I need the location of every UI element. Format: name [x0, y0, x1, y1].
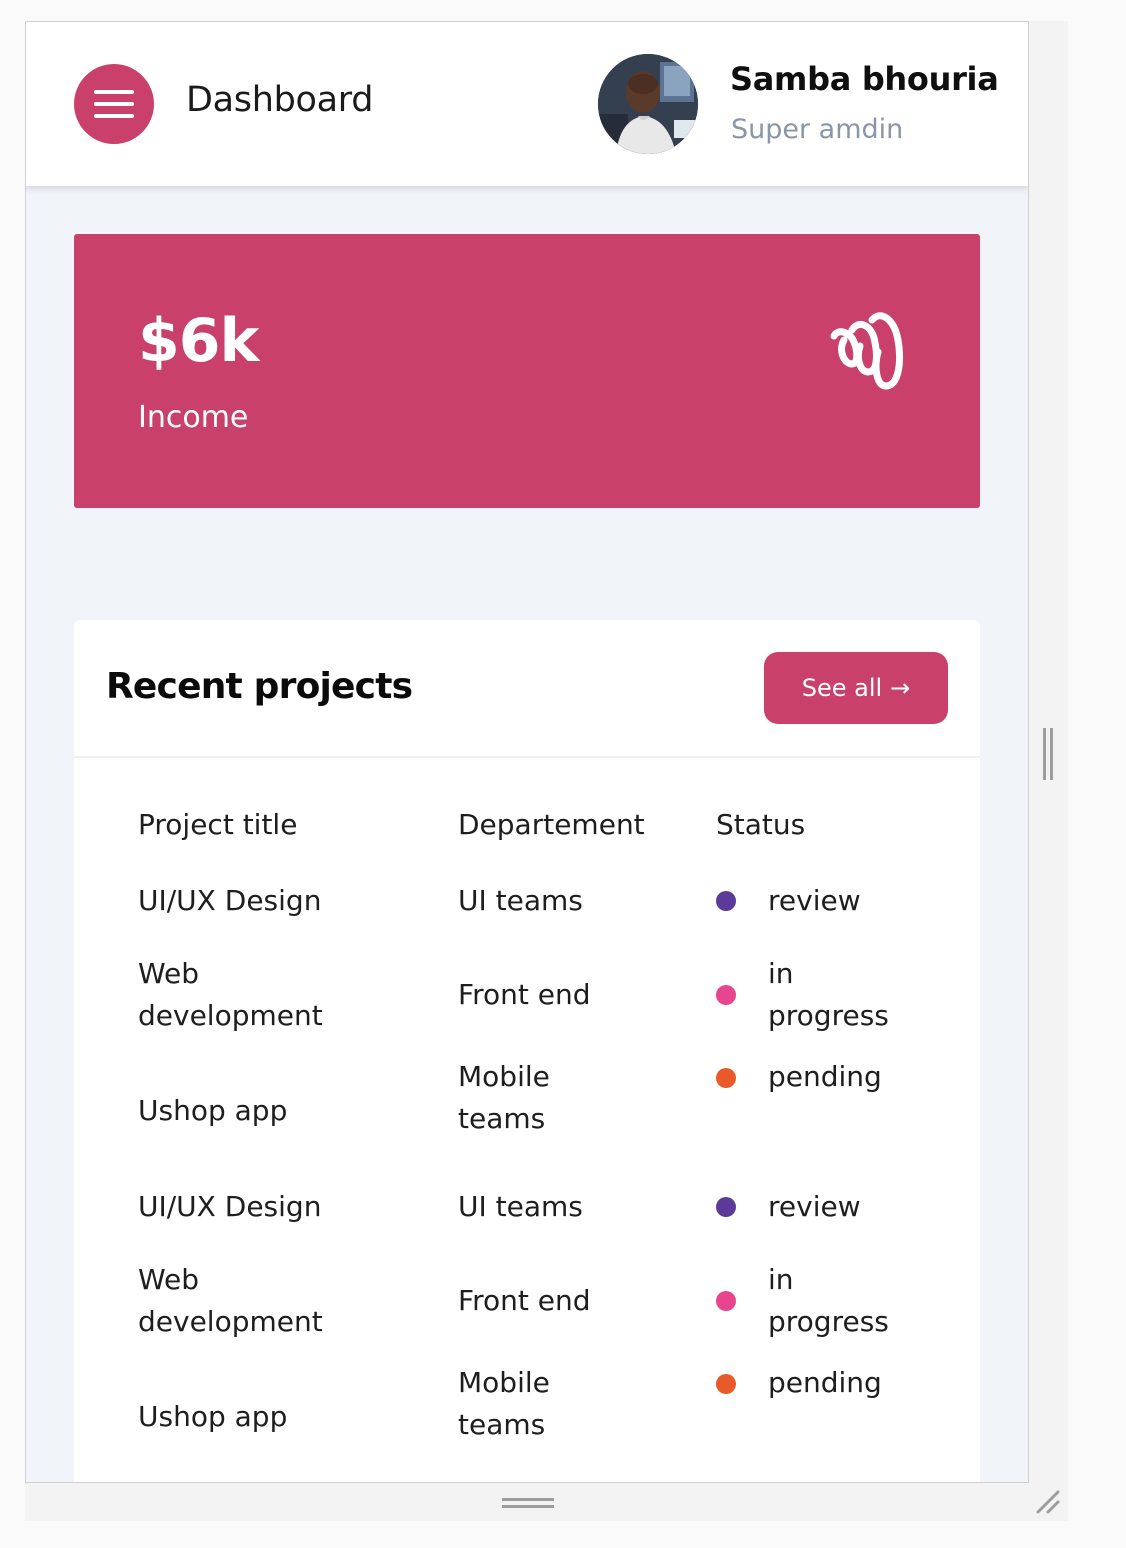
- recent-projects-header: Recent projects See all →: [74, 620, 980, 758]
- resize-grip-icon[interactable]: [1034, 1488, 1062, 1516]
- project-department: Front end: [458, 978, 591, 1011]
- recent-projects-title: Recent projects: [106, 666, 413, 707]
- arrow-right-icon: →: [890, 674, 911, 702]
- page-title: Dashboard: [186, 80, 374, 120]
- table-row[interactable]: Ushop app Mobile teams pending: [120, 1052, 948, 1170]
- project-department: UI teams: [458, 884, 583, 917]
- status-dot-icon: [716, 1068, 736, 1088]
- see-all-button[interactable]: See all →: [764, 652, 948, 724]
- project-department: Front end: [458, 1284, 591, 1317]
- income-amount: $6k: [138, 306, 259, 376]
- status-dot-icon: [716, 1291, 736, 1311]
- recent-projects-card: Recent projects See all → Project title …: [74, 620, 980, 1482]
- user-role: Super amdin: [731, 114, 904, 145]
- table-row[interactable]: UI/UX Design UI teams review: [120, 864, 948, 938]
- dashboard-page: Dashboard Samba bhouria Super amdin $6k …: [25, 21, 1029, 1483]
- hamburger-menu-icon: [94, 90, 134, 94]
- project-department: Mobile teams: [458, 1366, 550, 1441]
- user-name: Samba bhouria: [730, 60, 999, 98]
- column-header-project-title: Project title: [138, 808, 298, 841]
- income-label: Income: [138, 400, 249, 435]
- avatar-photo: [598, 54, 698, 154]
- project-title: UI/UX Design: [138, 1190, 322, 1223]
- project-status: pending: [768, 1060, 882, 1093]
- table-row[interactable]: Web development Front end in progress: [120, 938, 948, 1052]
- project-status: pending: [768, 1366, 882, 1399]
- table-row[interactable]: Web development Front end in progress: [120, 1244, 948, 1358]
- income-card: $6k Income: [74, 234, 980, 508]
- status-dot-icon: [716, 1197, 736, 1217]
- project-status: review: [768, 884, 861, 917]
- vertical-resize-handle[interactable]: [1043, 728, 1053, 780]
- table-header-row: Project title Departement Status: [120, 790, 948, 864]
- project-title: UI/UX Design: [138, 884, 322, 917]
- project-status: review: [768, 1190, 861, 1223]
- column-header-status: Status: [716, 808, 806, 841]
- horizontal-resize-handle[interactable]: [502, 1498, 554, 1508]
- see-all-label: See all: [801, 674, 883, 702]
- project-title: Ushop app: [138, 1094, 288, 1127]
- project-title: Web development: [138, 957, 323, 1032]
- avatar[interactable]: [598, 54, 698, 154]
- column-header-department: Departement: [458, 808, 645, 841]
- project-department: Mobile teams: [458, 1060, 550, 1135]
- project-title: Web development: [138, 1263, 323, 1338]
- status-dot-icon: [716, 1374, 736, 1394]
- table-row[interactable]: Ushop app Mobile teams pending: [120, 1358, 948, 1476]
- project-title: Ushop app: [138, 1400, 288, 1433]
- top-header: Dashboard Samba bhouria Super amdin: [26, 22, 1028, 186]
- status-dot-icon: [716, 891, 736, 911]
- project-department: UI teams: [458, 1190, 583, 1223]
- menu-button[interactable]: [74, 64, 154, 144]
- status-dot-icon: [716, 985, 736, 1005]
- project-status: in progress: [768, 1263, 889, 1338]
- wave-scribble-icon: [830, 312, 903, 390]
- table-row[interactable]: UI/UX Design UI teams review: [120, 1170, 948, 1244]
- projects-table: Project title Departement Status UI/UX D…: [120, 790, 948, 1476]
- project-status: in progress: [768, 957, 889, 1032]
